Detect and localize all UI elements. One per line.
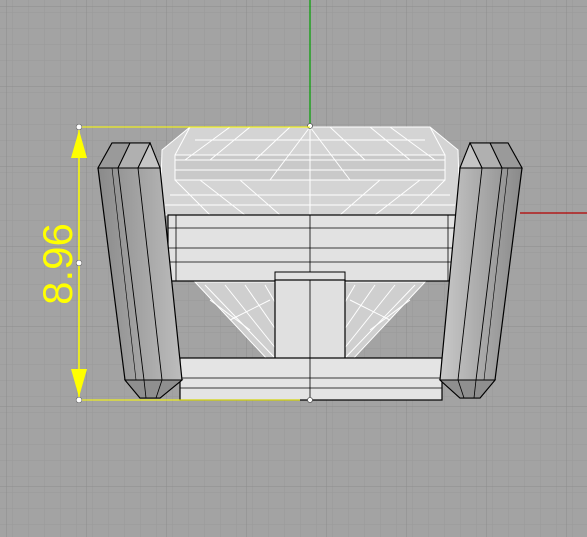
bottom-snap-point[interactable]	[307, 397, 313, 403]
front-viewport[interactable]: 8.96	[0, 0, 587, 537]
lower-gallery-rail[interactable]	[179, 357, 443, 401]
top-snap-point[interactable]	[307, 123, 313, 129]
dimension-grip-top[interactable]	[75, 123, 83, 131]
dimension-grip-bottom[interactable]	[75, 396, 83, 404]
upper-gallery-rail[interactable]	[167, 214, 457, 282]
viewport-canvas[interactable]: 8.96	[0, 0, 587, 537]
dimension-value: 8.96	[34, 223, 81, 305]
center-post[interactable]	[274, 271, 346, 363]
